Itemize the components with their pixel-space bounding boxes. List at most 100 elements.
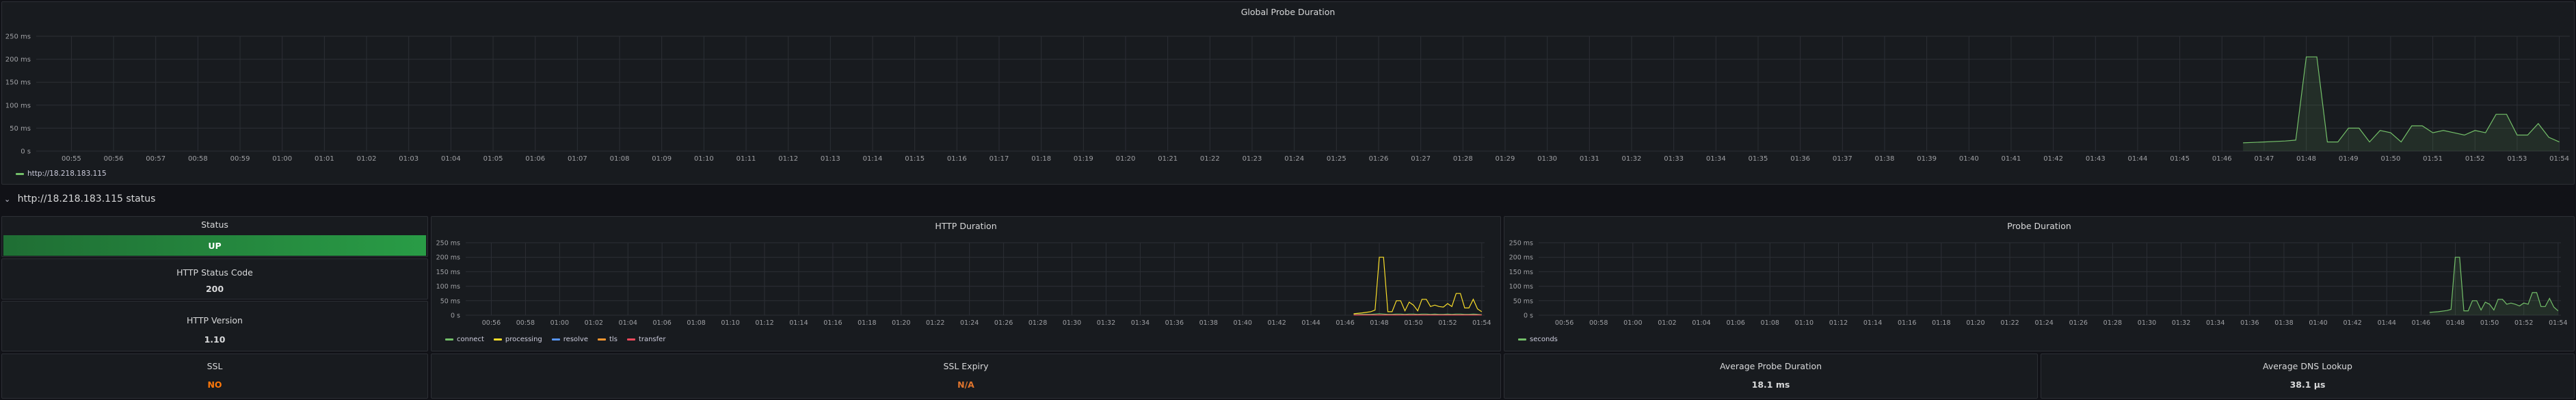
y-tick-label: 200 ms: [5, 56, 31, 64]
legend-swatch: [493, 338, 502, 341]
ssl-panel[interactable]: SSL NO: [1, 354, 428, 399]
http-status-code-value: 200: [205, 284, 224, 294]
x-tick-label: 01:23: [1243, 155, 1262, 163]
x-tick-label: 01:34: [2206, 319, 2225, 327]
average-probe-duration-value: 18.1 ms: [1751, 379, 1790, 390]
x-tick-label: 01:37: [1833, 155, 1853, 163]
legend-item-connect[interactable]: connect: [445, 336, 484, 343]
y-tick-label: 150 ms: [1509, 269, 1533, 276]
x-tick-label: 01:16: [1898, 319, 1916, 327]
x-tick-label: 01:32: [1622, 155, 1642, 163]
x-tick-label: 01:52: [2514, 319, 2533, 327]
http-duration-chart[interactable]: 250 ms 200 ms 150 ms 100 ms 50 ms 0 s 00:56 00:…: [431, 217, 1501, 351]
http-version-panel[interactable]: HTTP Version 1.10: [1, 301, 428, 351]
x-tick-label: 01:31: [1580, 155, 1599, 163]
x-tick-label: 01:30: [2138, 319, 2156, 327]
x-tick-label: 01:46: [1336, 319, 1354, 327]
x-tick-label: 01:00: [1623, 319, 1642, 327]
x-tick-label: 01:10: [694, 155, 714, 163]
panel-title: Average Probe Duration: [1719, 361, 1822, 371]
x-tick-label: 01:38: [2274, 319, 2293, 327]
x-tick-label: 01:28: [1028, 319, 1047, 327]
x-tick-label: 01:16: [947, 155, 967, 163]
global-probe-duration-chart[interactable]: 250 ms 200 ms 150 ms 100 ms 50 ms 0 s 00:55 00:…: [2, 2, 2575, 185]
x-tick-label: 00:56: [104, 155, 124, 163]
x-tick-label: 00:59: [230, 155, 250, 163]
x-tick-label: 01:52: [2465, 155, 2485, 163]
legend-label: connect: [457, 336, 484, 343]
x-tick-label: 01:46: [2412, 319, 2430, 327]
x-tick-label: 01:47: [2255, 155, 2274, 163]
x-tick-label: 01:11: [736, 155, 756, 163]
panel-title: Average DNS Lookup: [2263, 361, 2352, 371]
legend-swatch: [551, 338, 560, 341]
x-tick-label: 01:36: [1165, 319, 1184, 327]
x-tick-label: 01:12: [778, 155, 798, 163]
average-probe-duration-panel[interactable]: Average Probe Duration 18.1 ms: [1504, 354, 2038, 399]
status-panel[interactable]: Status UP: [1, 216, 428, 257]
x-tick-label: 01:08: [1761, 319, 1779, 327]
x-tick-label: 01:43: [2086, 155, 2106, 163]
x-tick-label: 01:49: [2339, 155, 2359, 163]
probe-duration-panel[interactable]: Probe Duration 250 ms 200 ms 150 ms 100 ms 5…: [1504, 216, 2575, 351]
legend-item-processing[interactable]: processing: [493, 336, 542, 343]
ssl-expiry-panel[interactable]: SSL Expiry N/A: [431, 354, 1501, 399]
x-tick-label: 01:27: [1411, 155, 1431, 163]
x-tick-label: 01:36: [2240, 319, 2259, 327]
x-tick-label: 01:42: [2043, 155, 2063, 163]
x-tick-label: 01:25: [1327, 155, 1346, 163]
http-duration-panel[interactable]: HTTP Duration 250 ms 200 ms 150 ms 100 ms 50…: [431, 216, 1501, 351]
x-tick-label: 01:32: [2172, 319, 2190, 327]
http-status-code-panel[interactable]: HTTP Status Code 200: [1, 258, 428, 299]
legend-item[interactable]: http://18.218.183.115: [16, 170, 107, 178]
legend-item-seconds[interactable]: seconds: [1518, 336, 1558, 343]
row-header[interactable]: ⌄ http://18.218.183.115 status: [4, 194, 155, 204]
average-dns-lookup-panel[interactable]: Average DNS Lookup 38.1 µs: [2041, 354, 2575, 399]
x-tick-label: 01:19: [1074, 155, 1093, 163]
legend-label: http://18.218.183.115: [27, 170, 107, 178]
series-line-processing[interactable]: [1353, 256, 1483, 315]
panel-title: SSL: [207, 361, 223, 371]
x-tick-label: 01:54: [1472, 319, 1491, 327]
x-tick-label: 01:16: [823, 319, 842, 327]
legend-swatch: [626, 338, 635, 341]
x-tick-label: 01:34: [1706, 155, 1726, 163]
legend-swatch: [598, 338, 607, 341]
y-tick-label: 50 ms: [1513, 297, 1533, 305]
x-tick-label: 01:40: [2309, 319, 2327, 327]
legend-item-resolve[interactable]: resolve: [551, 336, 588, 343]
series-area-http-18-218-183-115: [2243, 57, 2560, 151]
x-tick-label: 01:50: [2381, 155, 2401, 163]
x-tick-label: 01:18: [1031, 155, 1051, 163]
x-tick-label: 01:48: [1370, 319, 1388, 327]
legend-label: seconds: [1530, 336, 1558, 343]
x-tick-label: 01:00: [550, 319, 569, 327]
x-tick-label: 01:08: [687, 319, 705, 327]
y-tick-label: 150 ms: [436, 269, 460, 276]
ssl-value: NO: [207, 379, 222, 390]
legend-item-tls[interactable]: tls: [598, 336, 618, 343]
probe-duration-chart[interactable]: 250 ms 200 ms 150 ms 100 ms 50 ms 0 s 00:56 00:…: [1504, 217, 2575, 351]
legend: http://18.218.183.115: [16, 170, 107, 178]
x-tick-label: 01:13: [821, 155, 840, 163]
status-value-bar: UP: [3, 235, 426, 256]
x-tick-label: 01:44: [2378, 319, 2396, 327]
x-tick-label: 01:22: [926, 319, 944, 327]
x-tick-label: 01:44: [2128, 155, 2148, 163]
y-tick-label: 0 s: [451, 312, 460, 320]
x-tick-label: 01:36: [1790, 155, 1810, 163]
http-version-value: 1.10: [204, 334, 226, 345]
x-tick-label: 01:07: [568, 155, 587, 163]
x-tick-label: 01:01: [315, 155, 334, 163]
x-tick-label: 01:30: [1063, 319, 1081, 327]
x-tick-label: 01:39: [1917, 155, 1937, 163]
x-tick-label: 01:10: [721, 319, 739, 327]
status-value: UP: [208, 241, 222, 251]
legend-swatch: [1518, 338, 1526, 341]
global-probe-duration-panel[interactable]: Global Probe Duration 250 ms 200 ms 150 ms…: [1, 1, 2575, 185]
x-tick-label: 01:14: [1863, 319, 1882, 327]
y-tick-label: 200 ms: [436, 254, 460, 262]
legend-item-transfer[interactable]: transfer: [626, 336, 665, 343]
x-tick-label: 00:58: [1589, 319, 1608, 327]
legend-label: tls: [609, 336, 618, 343]
